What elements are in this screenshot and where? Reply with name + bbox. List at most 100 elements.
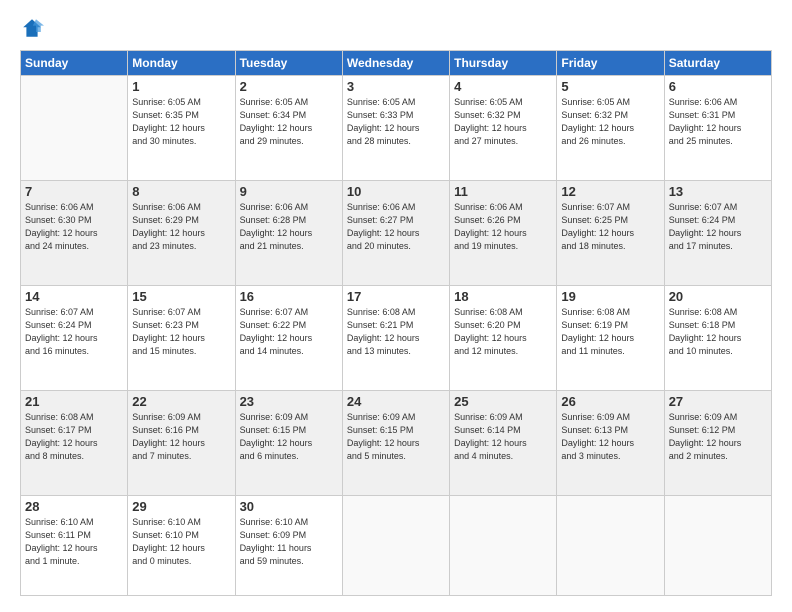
day-number: 21 bbox=[25, 394, 123, 409]
day-number: 8 bbox=[132, 184, 230, 199]
calendar-cell bbox=[21, 76, 128, 181]
day-number: 2 bbox=[240, 79, 338, 94]
calendar-week-row: 7 Sunrise: 6:06 AM Sunset: 6:30 PM Daylig… bbox=[21, 181, 772, 286]
calendar-cell: 1 Sunrise: 6:05 AM Sunset: 6:35 PM Daylig… bbox=[128, 76, 235, 181]
calendar-week-row: 21 Sunrise: 6:08 AM Sunset: 6:17 PM Dayli… bbox=[21, 391, 772, 496]
day-info: Sunrise: 6:06 AM Sunset: 6:27 PM Dayligh… bbox=[347, 201, 445, 253]
day-number: 16 bbox=[240, 289, 338, 304]
day-info: Sunrise: 6:08 AM Sunset: 6:21 PM Dayligh… bbox=[347, 306, 445, 358]
weekday-header-tuesday: Tuesday bbox=[235, 51, 342, 76]
day-number: 5 bbox=[561, 79, 659, 94]
calendar-cell bbox=[664, 496, 771, 596]
calendar-cell: 25 Sunrise: 6:09 AM Sunset: 6:14 PM Dayli… bbox=[450, 391, 557, 496]
day-number: 6 bbox=[669, 79, 767, 94]
day-info: Sunrise: 6:09 AM Sunset: 6:12 PM Dayligh… bbox=[669, 411, 767, 463]
calendar-cell: 7 Sunrise: 6:06 AM Sunset: 6:30 PM Daylig… bbox=[21, 181, 128, 286]
day-number: 15 bbox=[132, 289, 230, 304]
day-number: 17 bbox=[347, 289, 445, 304]
calendar-cell: 10 Sunrise: 6:06 AM Sunset: 6:27 PM Dayli… bbox=[342, 181, 449, 286]
calendar-cell: 6 Sunrise: 6:06 AM Sunset: 6:31 PM Daylig… bbox=[664, 76, 771, 181]
day-info: Sunrise: 6:07 AM Sunset: 6:25 PM Dayligh… bbox=[561, 201, 659, 253]
day-number: 7 bbox=[25, 184, 123, 199]
logo-icon bbox=[20, 16, 44, 40]
weekday-header-wednesday: Wednesday bbox=[342, 51, 449, 76]
day-info: Sunrise: 6:07 AM Sunset: 6:24 PM Dayligh… bbox=[669, 201, 767, 253]
day-info: Sunrise: 6:08 AM Sunset: 6:18 PM Dayligh… bbox=[669, 306, 767, 358]
calendar-cell: 4 Sunrise: 6:05 AM Sunset: 6:32 PM Daylig… bbox=[450, 76, 557, 181]
calendar-cell: 21 Sunrise: 6:08 AM Sunset: 6:17 PM Dayli… bbox=[21, 391, 128, 496]
day-number: 11 bbox=[454, 184, 552, 199]
day-number: 18 bbox=[454, 289, 552, 304]
calendar-cell: 13 Sunrise: 6:07 AM Sunset: 6:24 PM Dayli… bbox=[664, 181, 771, 286]
day-number: 4 bbox=[454, 79, 552, 94]
calendar-week-row: 28Sunrise: 6:10 AM Sunset: 6:11 PM Dayli… bbox=[21, 496, 772, 596]
calendar-cell: 24 Sunrise: 6:09 AM Sunset: 6:15 PM Dayli… bbox=[342, 391, 449, 496]
day-number: 10 bbox=[347, 184, 445, 199]
calendar-week-row: 1 Sunrise: 6:05 AM Sunset: 6:35 PM Daylig… bbox=[21, 76, 772, 181]
day-number: 25 bbox=[454, 394, 552, 409]
day-info: Sunrise: 6:07 AM Sunset: 6:23 PM Dayligh… bbox=[132, 306, 230, 358]
calendar-table: SundayMondayTuesdayWednesdayThursdayFrid… bbox=[20, 50, 772, 596]
calendar-cell: 3 Sunrise: 6:05 AM Sunset: 6:33 PM Daylig… bbox=[342, 76, 449, 181]
day-number: 12 bbox=[561, 184, 659, 199]
weekday-header-friday: Friday bbox=[557, 51, 664, 76]
day-info: Sunrise: 6:09 AM Sunset: 6:13 PM Dayligh… bbox=[561, 411, 659, 463]
calendar-cell: 15 Sunrise: 6:07 AM Sunset: 6:23 PM Dayli… bbox=[128, 286, 235, 391]
page-header bbox=[20, 16, 772, 40]
calendar-cell: 12 Sunrise: 6:07 AM Sunset: 6:25 PM Dayli… bbox=[557, 181, 664, 286]
calendar-cell: 22 Sunrise: 6:09 AM Sunset: 6:16 PM Dayli… bbox=[128, 391, 235, 496]
day-info: Sunrise: 6:06 AM Sunset: 6:26 PM Dayligh… bbox=[454, 201, 552, 253]
day-info: Sunrise: 6:09 AM Sunset: 6:15 PM Dayligh… bbox=[347, 411, 445, 463]
calendar-week-row: 14Sunrise: 6:07 AM Sunset: 6:24 PM Dayli… bbox=[21, 286, 772, 391]
weekday-header-saturday: Saturday bbox=[664, 51, 771, 76]
day-number: 19 bbox=[561, 289, 659, 304]
day-info: Sunrise: 6:09 AM Sunset: 6:14 PM Dayligh… bbox=[454, 411, 552, 463]
day-number: 22 bbox=[132, 394, 230, 409]
weekday-header-monday: Monday bbox=[128, 51, 235, 76]
calendar-cell: 28Sunrise: 6:10 AM Sunset: 6:11 PM Dayli… bbox=[21, 496, 128, 596]
day-info: Sunrise: 6:05 AM Sunset: 6:34 PM Dayligh… bbox=[240, 96, 338, 148]
calendar-cell: 19Sunrise: 6:08 AM Sunset: 6:19 PM Dayli… bbox=[557, 286, 664, 391]
day-number: 29 bbox=[132, 499, 230, 514]
day-info: Sunrise: 6:10 AM Sunset: 6:11 PM Dayligh… bbox=[25, 516, 123, 568]
day-info: Sunrise: 6:06 AM Sunset: 6:29 PM Dayligh… bbox=[132, 201, 230, 253]
calendar-cell: 26 Sunrise: 6:09 AM Sunset: 6:13 PM Dayli… bbox=[557, 391, 664, 496]
calendar-cell: 5 Sunrise: 6:05 AM Sunset: 6:32 PM Daylig… bbox=[557, 76, 664, 181]
day-info: Sunrise: 6:10 AM Sunset: 6:09 PM Dayligh… bbox=[240, 516, 338, 568]
calendar-cell: 14Sunrise: 6:07 AM Sunset: 6:24 PM Dayli… bbox=[21, 286, 128, 391]
calendar-cell: 18 Sunrise: 6:08 AM Sunset: 6:20 PM Dayli… bbox=[450, 286, 557, 391]
calendar-cell bbox=[450, 496, 557, 596]
day-number: 24 bbox=[347, 394, 445, 409]
weekday-header-thursday: Thursday bbox=[450, 51, 557, 76]
day-info: Sunrise: 6:08 AM Sunset: 6:20 PM Dayligh… bbox=[454, 306, 552, 358]
calendar-cell: 11 Sunrise: 6:06 AM Sunset: 6:26 PM Dayli… bbox=[450, 181, 557, 286]
day-info: Sunrise: 6:05 AM Sunset: 6:32 PM Dayligh… bbox=[454, 96, 552, 148]
calendar-cell: 8 Sunrise: 6:06 AM Sunset: 6:29 PM Daylig… bbox=[128, 181, 235, 286]
calendar-cell: 23Sunrise: 6:09 AM Sunset: 6:15 PM Dayli… bbox=[235, 391, 342, 496]
calendar-cell: 9Sunrise: 6:06 AM Sunset: 6:28 PM Daylig… bbox=[235, 181, 342, 286]
day-info: Sunrise: 6:05 AM Sunset: 6:32 PM Dayligh… bbox=[561, 96, 659, 148]
calendar-cell bbox=[557, 496, 664, 596]
day-number: 26 bbox=[561, 394, 659, 409]
calendar-cell: 29 Sunrise: 6:10 AM Sunset: 6:10 PM Dayli… bbox=[128, 496, 235, 596]
day-number: 14 bbox=[25, 289, 123, 304]
logo bbox=[20, 16, 48, 40]
day-number: 20 bbox=[669, 289, 767, 304]
day-info: Sunrise: 6:08 AM Sunset: 6:17 PM Dayligh… bbox=[25, 411, 123, 463]
day-number: 30 bbox=[240, 499, 338, 514]
calendar-cell: 30 Sunrise: 6:10 AM Sunset: 6:09 PM Dayli… bbox=[235, 496, 342, 596]
day-info: Sunrise: 6:05 AM Sunset: 6:33 PM Dayligh… bbox=[347, 96, 445, 148]
day-info: Sunrise: 6:05 AM Sunset: 6:35 PM Dayligh… bbox=[132, 96, 230, 148]
day-number: 13 bbox=[669, 184, 767, 199]
weekday-header-row: SundayMondayTuesdayWednesdayThursdayFrid… bbox=[21, 51, 772, 76]
day-info: Sunrise: 6:06 AM Sunset: 6:31 PM Dayligh… bbox=[669, 96, 767, 148]
day-info: Sunrise: 6:06 AM Sunset: 6:30 PM Dayligh… bbox=[25, 201, 123, 253]
day-number: 3 bbox=[347, 79, 445, 94]
calendar-cell: 2 Sunrise: 6:05 AM Sunset: 6:34 PM Daylig… bbox=[235, 76, 342, 181]
calendar-cell bbox=[342, 496, 449, 596]
day-number: 1 bbox=[132, 79, 230, 94]
weekday-header-sunday: Sunday bbox=[21, 51, 128, 76]
day-number: 9 bbox=[240, 184, 338, 199]
day-info: Sunrise: 6:10 AM Sunset: 6:10 PM Dayligh… bbox=[132, 516, 230, 568]
day-info: Sunrise: 6:09 AM Sunset: 6:16 PM Dayligh… bbox=[132, 411, 230, 463]
